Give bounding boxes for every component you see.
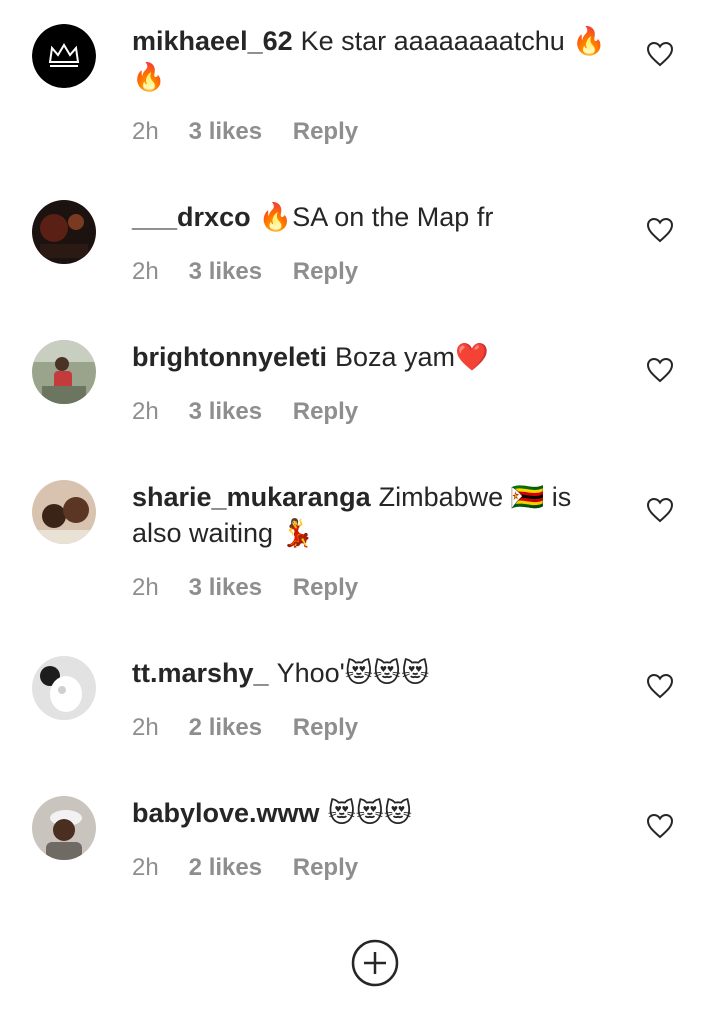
- comment-likes[interactable]: 2 likes: [189, 853, 262, 883]
- reply-button[interactable]: Reply: [293, 573, 358, 603]
- like-button[interactable]: [646, 357, 674, 383]
- cap-photo-icon: [32, 796, 96, 860]
- heart-outline-icon: [646, 673, 674, 699]
- comment-meta: 2h 3 likes Reply: [132, 397, 612, 427]
- comment-meta: 2h 3 likes Reply: [132, 117, 612, 147]
- heart-outline-icon: [646, 217, 674, 243]
- like-button[interactable]: [646, 673, 674, 699]
- heart-outline-icon: [646, 357, 674, 383]
- comment-time: 2h: [132, 714, 159, 741]
- like-button[interactable]: [646, 813, 674, 839]
- comment-meta: 2h 3 likes Reply: [132, 257, 612, 287]
- comment-text: sharie_mukaranga Zimbabwe 🇿🇼 is also wait…: [132, 479, 612, 551]
- dark-photo-icon: [32, 200, 96, 264]
- avatar[interactable]: [32, 340, 96, 404]
- person-photo-icon: [32, 340, 96, 404]
- load-more-button[interactable]: [351, 939, 399, 987]
- like-button[interactable]: [646, 497, 674, 523]
- like-button[interactable]: [646, 41, 674, 67]
- comment-username[interactable]: ___drxco: [132, 202, 251, 232]
- comment-body: 😻😻😻: [327, 798, 413, 828]
- reply-button[interactable]: Reply: [293, 397, 358, 427]
- comment-likes[interactable]: 3 likes: [189, 117, 262, 147]
- comment-meta: 2h 3 likes Reply: [132, 573, 612, 603]
- comment-text: mikhaeel_62 Ke star aaaaaaaatchu 🔥🔥: [132, 23, 612, 95]
- reply-button[interactable]: Reply: [293, 257, 358, 287]
- comment-username[interactable]: sharie_mukaranga: [132, 482, 371, 512]
- comment-username[interactable]: tt.marshy_: [132, 658, 269, 688]
- crown-logo-icon: [32, 24, 96, 88]
- comment-likes[interactable]: 2 likes: [189, 713, 262, 743]
- comment-body: 🔥SA on the Map fr: [258, 202, 494, 232]
- avatar[interactable]: [32, 480, 96, 544]
- comment-text: babylove.www 😻😻😻: [132, 795, 612, 831]
- reply-button[interactable]: Reply: [293, 713, 358, 743]
- reply-button[interactable]: Reply: [293, 117, 358, 147]
- comment-time: 2h: [132, 398, 159, 425]
- comment-text: brightonnyeleti Boza yam❤️: [132, 339, 612, 375]
- avatar[interactable]: [32, 656, 96, 720]
- heart-outline-icon: [646, 41, 674, 67]
- comment-username[interactable]: babylove.www: [132, 798, 320, 828]
- comment-time: 2h: [132, 258, 159, 285]
- avatar[interactable]: [32, 200, 96, 264]
- add-circle-icon: [351, 939, 399, 987]
- comment-likes[interactable]: 3 likes: [189, 257, 262, 287]
- comment-likes[interactable]: 3 likes: [189, 573, 262, 603]
- comment-text: tt.marshy_ Yhoo'😻😻😻: [132, 655, 612, 691]
- comment-body: Boza yam❤️: [335, 342, 489, 372]
- comment-username[interactable]: brightonnyeleti: [132, 342, 327, 372]
- comment-meta: 2h 2 likes Reply: [132, 853, 612, 883]
- comment-text: ___drxco 🔥SA on the Map fr: [132, 199, 612, 235]
- avatar[interactable]: [32, 24, 96, 88]
- comment-likes[interactable]: 3 likes: [189, 397, 262, 427]
- comment-time: 2h: [132, 854, 159, 881]
- comment-body: Yhoo'😻😻😻: [276, 658, 430, 688]
- comment-meta: 2h 2 likes Reply: [132, 713, 612, 743]
- like-button[interactable]: [646, 217, 674, 243]
- comment-username[interactable]: mikhaeel_62: [132, 26, 293, 56]
- heart-outline-icon: [646, 813, 674, 839]
- white-photo-icon: [32, 656, 96, 720]
- selfie-photo-icon: [32, 480, 96, 544]
- heart-outline-icon: [646, 497, 674, 523]
- comment-time: 2h: [132, 118, 159, 145]
- avatar[interactable]: [32, 796, 96, 860]
- comment-time: 2h: [132, 574, 159, 601]
- reply-button[interactable]: Reply: [293, 853, 358, 883]
